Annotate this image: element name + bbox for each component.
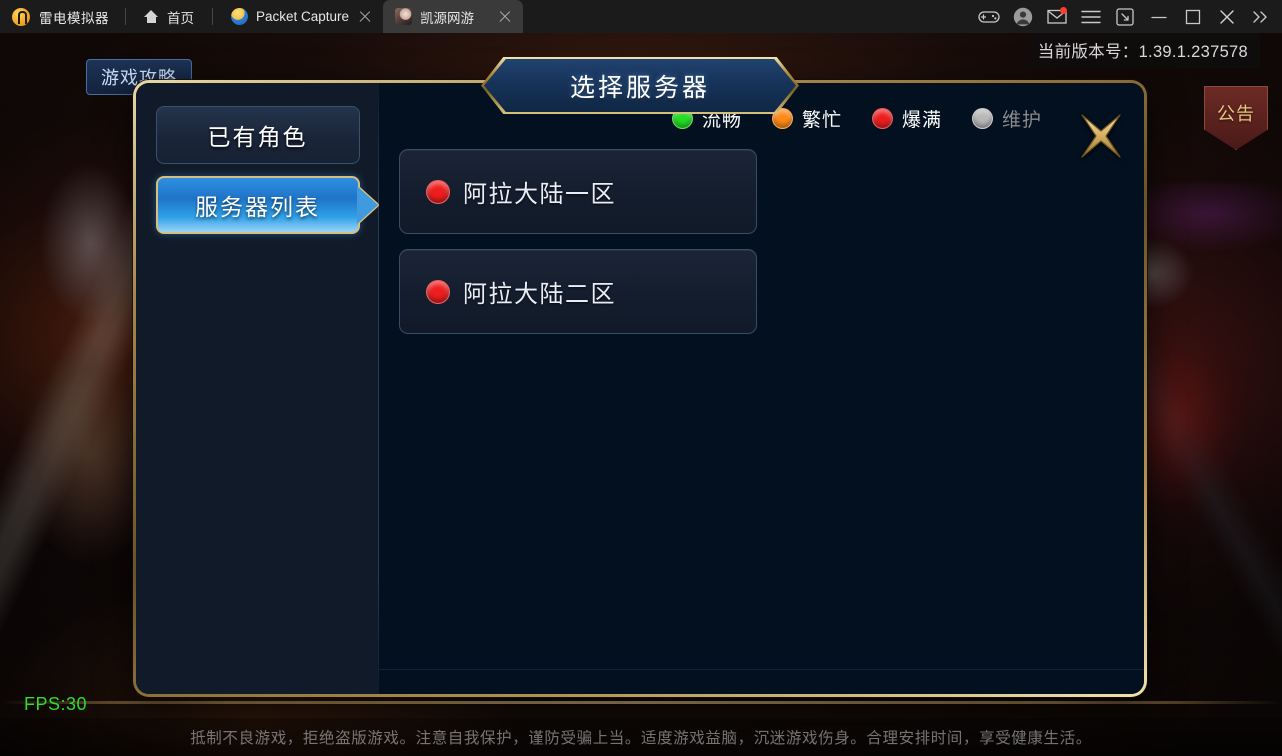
dialog-title: 选择服务器: [569, 73, 710, 102]
dialog-title-banner: 选择服务器: [484, 59, 796, 112]
dialog-sidebar: 已有角色 服务器列表: [136, 83, 379, 694]
screenshot-icon[interactable]: [1108, 0, 1142, 33]
legend-item-busy: 繁忙: [771, 105, 842, 132]
ldplayer-logo-icon: [12, 7, 30, 26]
status-dot-gray: [971, 107, 993, 129]
legend-item-full: 爆满: [871, 105, 942, 132]
server-select-dialog: 选择服务器 已有角色 服务器列表 流畅 繁忙 爆满 维护 阿拉大陆一区 阿拉大陆…: [133, 57, 1147, 697]
legend-label: 繁忙: [801, 109, 842, 131]
sidebar-item-server-list[interactable]: 服务器列表: [155, 176, 360, 234]
user-avatar-icon[interactable]: [1006, 0, 1040, 33]
legend-label: 维护: [1001, 109, 1042, 131]
app-tab-strip: Packet Capture 凯源网游: [219, 0, 524, 33]
tab-kaiyuan-game[interactable]: 凯源网游: [383, 0, 524, 33]
content-footer-divider: [379, 669, 1144, 670]
dialog-content: 流畅 繁忙 爆满 维护 阿拉大陆一区 阿拉大陆二区: [379, 83, 1144, 694]
server-name: 阿拉大陆一区: [463, 181, 616, 208]
server-card[interactable]: 阿拉大陆二区: [399, 249, 757, 334]
status-dot-red: [871, 107, 893, 129]
tab-label: Packet Capture: [256, 9, 350, 24]
legend-item-maintenance: 维护: [971, 105, 1042, 132]
tab-packet-capture[interactable]: Packet Capture: [219, 0, 383, 33]
server-card[interactable]: 阿拉大陆一区: [399, 149, 757, 234]
brand-label: 雷电模拟器: [39, 10, 109, 26]
fps-counter: FPS:30: [24, 694, 88, 714]
close-icon[interactable]: [1210, 0, 1244, 33]
minimize-icon[interactable]: [1142, 0, 1176, 33]
home-label: 首页: [167, 10, 194, 26]
legal-disclaimer: 抵制不良游戏，拒绝盗版游戏。注意自我保护，谨防受骗上当。适度游戏益脑，沉迷游戏伤…: [0, 718, 1282, 756]
expand-icon[interactable]: [1244, 0, 1278, 33]
home-icon: [144, 10, 159, 23]
tab-close-icon[interactable]: [357, 9, 373, 25]
dialog-close-button[interactable]: [1072, 107, 1130, 165]
maximize-icon[interactable]: [1176, 0, 1210, 33]
emulator-brand: 雷电模拟器: [0, 0, 125, 33]
server-status-dot: [426, 279, 450, 304]
titlebar-divider-2: [212, 8, 213, 25]
sidebar-item-existing-character[interactable]: 已有角色: [155, 106, 360, 164]
game-app-icon: [395, 8, 413, 25]
bottom-gold-strip: [0, 701, 1282, 704]
server-status-dot: [426, 179, 450, 204]
version-label: 当前版本号：1.39.1.237578: [1025, 33, 1260, 68]
gamepad-icon[interactable]: [972, 0, 1006, 33]
sidebar-item-label: 已有角色: [207, 124, 308, 150]
packet-capture-icon: [231, 8, 248, 25]
tab-close-icon[interactable]: [497, 9, 513, 25]
tab-label: 凯源网游: [420, 10, 475, 26]
home-tab[interactable]: 首页: [126, 0, 212, 33]
legend-label: 爆满: [901, 109, 942, 131]
emulator-title-bar: 雷电模拟器 首页 Packet Capture 凯源网游: [0, 0, 1282, 33]
server-list: 阿拉大陆一区 阿拉大陆二区: [399, 141, 1126, 334]
menu-icon[interactable]: [1074, 0, 1108, 33]
mail-icon[interactable]: [1040, 0, 1074, 33]
server-name: 阿拉大陆二区: [463, 281, 616, 308]
titlebar-actions: [972, 0, 1282, 33]
mail-badge: [1060, 7, 1067, 14]
app-root: 当前版本号：1.39.1.237578 游戏攻略 公告 雷电模拟器 首页 Pac…: [0, 0, 1282, 756]
sidebar-item-label: 服务器列表: [195, 194, 320, 220]
dialog-body: 已有角色 服务器列表 流畅 繁忙 爆满 维护 阿拉大陆一区 阿拉大陆二区: [136, 83, 1144, 694]
